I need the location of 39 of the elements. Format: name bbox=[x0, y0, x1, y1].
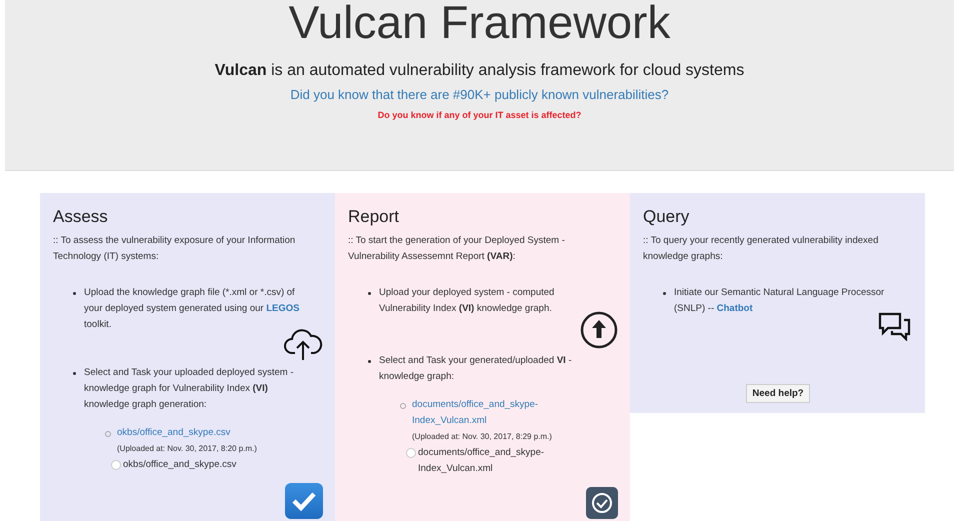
link[interactable]: LEGOS bbox=[266, 303, 300, 314]
page-title: Vulcan Framework bbox=[288, 0, 670, 50]
radio-label: documents/office_and_skype-Index_Vulcan.xml bbox=[418, 446, 546, 476]
bullet-text: Upload your deployed system - computed Vulnerability Index (VI) knowledge graph. bbox=[379, 286, 556, 316]
info-question: Did you know that there are #90K+ publicly known vulnerabilities? bbox=[290, 87, 669, 102]
file-link[interactable]: documents/office_and_skype-Index_Vulcan.xml bbox=[412, 397, 602, 429]
chat-icon[interactable] bbox=[877, 311, 913, 341]
cloud-upload-icon[interactable] bbox=[283, 327, 323, 361]
panel-title: Query bbox=[643, 207, 690, 227]
bullet-icon bbox=[105, 431, 111, 437]
bullet-icon bbox=[368, 292, 371, 295]
bullet-icon bbox=[663, 292, 666, 295]
check-circle-button[interactable] bbox=[586, 487, 618, 519]
file-link[interactable]: okbs/office_and_skype.csv bbox=[117, 425, 257, 441]
link[interactable]: Chatbot bbox=[716, 303, 753, 314]
check-circle-icon bbox=[591, 492, 613, 514]
bullet-icon bbox=[368, 360, 371, 363]
checkmark-icon bbox=[291, 490, 317, 512]
panel-title: Report bbox=[348, 207, 400, 227]
bullet-text: Select and Task your generated/uploaded VI - knowledge graph: bbox=[379, 354, 573, 384]
bullet-icon bbox=[73, 292, 76, 295]
bullet-text: Upload the knowledge graph file (*.xml or *.csv) of your deployed system generated using our LEGOS toolkit. bbox=[84, 286, 300, 332]
bullet-text: Initiate our Semantic Natural Language Processor (SNLP) -- Chatbot bbox=[674, 286, 886, 316]
bullet-icon bbox=[73, 372, 76, 375]
panel-intro: :: To start the generation of your Deployed System - Vulnerability Assessemnt Report (VAR): bbox=[348, 234, 566, 264]
bullet-icon bbox=[400, 403, 406, 409]
panel-title: Assess bbox=[53, 207, 109, 227]
upload-note: (Uploaded at: Nov. 30, 2017, 8:20 p.m.) bbox=[117, 443, 257, 455]
panel-intro: :: To assess the vulnerability exposure of your Information Technology (IT) systems: bbox=[53, 234, 296, 264]
upload-note: (Uploaded at: Nov. 30, 2017, 8:29 p.m.) bbox=[412, 431, 553, 443]
checkmark-button[interactable] bbox=[285, 483, 323, 519]
radio-button[interactable] bbox=[111, 460, 121, 470]
radio-button[interactable] bbox=[406, 448, 416, 458]
tagline: Vulcan is an automated vulnerability analysis framework for cloud systems bbox=[214, 62, 744, 80]
bullet-text: Select and Task your uploaded deployed system - knowledge graph for Vulnerability Index (VI) knowledge graph generation: bbox=[84, 366, 294, 412]
help-button[interactable]: Need help? bbox=[746, 384, 810, 403]
alert-text: Do you know if any of your IT asset is affected? bbox=[378, 110, 582, 120]
radio-label: okbs/office_and_skype.csv bbox=[123, 458, 236, 472]
panel-intro: :: To query your recently generated vulnerability indexed knowledge graphs: bbox=[643, 234, 880, 264]
